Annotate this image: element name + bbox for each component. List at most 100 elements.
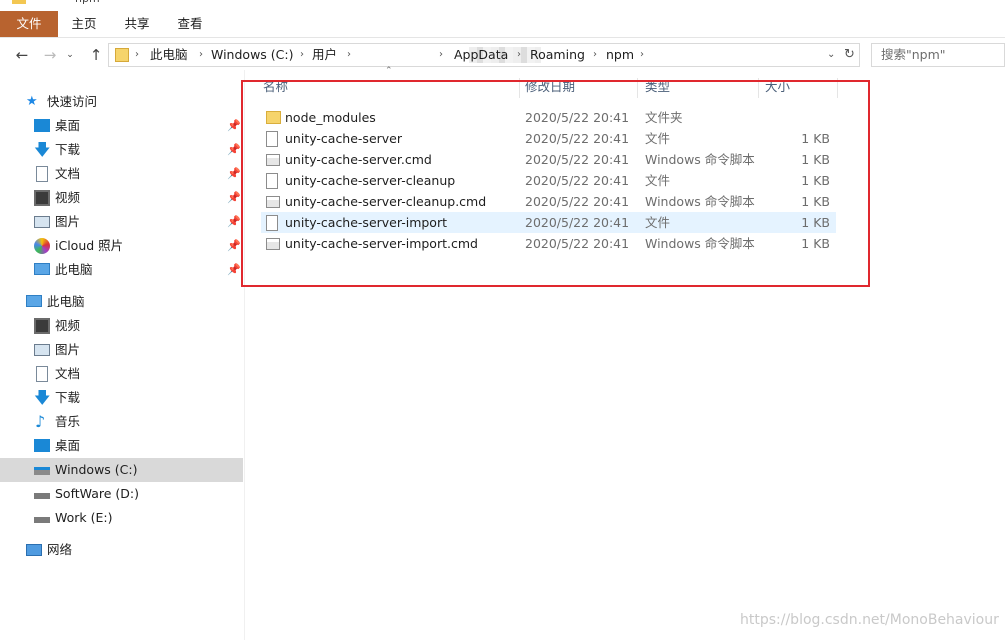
sidebar-item-this-pc[interactable]: 此电脑 <box>0 290 243 314</box>
sidebar-item-pc-music[interactable]: ♪ 音乐 <box>0 410 243 434</box>
drive-icon <box>34 493 50 499</box>
tab-view[interactable]: 查看 <box>168 11 212 37</box>
search-input[interactable]: 搜索"npm" <box>871 43 1005 67</box>
recent-locations-chevron-icon[interactable]: ⌄ <box>60 45 80 65</box>
computer-icon <box>26 295 42 307</box>
breadcrumb-this-pc[interactable]: 此电脑 <box>150 44 188 66</box>
breadcrumb-windows-c[interactable]: Windows (C:) <box>211 44 293 66</box>
sidebar-item-label: Windows (C:) <box>55 462 138 477</box>
download-arrow-icon: 🡇 <box>34 140 51 159</box>
chevron-right-icon: › <box>517 49 521 60</box>
navigation-pane: ★ 快速访问 桌面 📌 🡇 下载 📌 文档 📌 视频 📌 图片 📌 iCloud… <box>0 70 244 640</box>
sidebar-item-label: 视频 <box>55 318 81 333</box>
folder-icon <box>12 0 26 4</box>
pin-icon[interactable]: 📌 <box>227 114 241 138</box>
document-icon <box>36 366 48 382</box>
sidebar-item-documents[interactable]: 文档 📌 <box>0 162 243 186</box>
sidebar-item-label: SoftWare (D:) <box>55 486 140 501</box>
sidebar-item-pictures[interactable]: 图片 📌 <box>0 210 243 234</box>
chevron-right-icon: › <box>347 49 351 60</box>
video-icon <box>34 190 50 206</box>
breadcrumb-appdata[interactable]: AppData <box>454 44 508 66</box>
sidebar-item-pc-pictures[interactable]: 图片 <box>0 338 243 362</box>
sort-ascending-icon: ⌃ <box>385 66 393 76</box>
drive-icon <box>34 517 50 523</box>
pin-icon[interactable]: 📌 <box>227 258 241 282</box>
sidebar-item-label: 下载 <box>55 142 81 157</box>
back-arrow-icon[interactable]: ← <box>12 45 32 65</box>
ribbon-tabs: 文件 主页 共享 查看 <box>0 11 1005 38</box>
pin-icon[interactable]: 📌 <box>227 186 241 210</box>
sidebar-item-label: 桌面 <box>55 118 81 133</box>
address-dropdown-icon[interactable]: ⌄ <box>827 44 835 66</box>
chevron-right-icon: › <box>640 49 644 60</box>
sidebar-item-label: 音乐 <box>55 414 81 429</box>
icloud-photos-icon <box>34 238 50 254</box>
breadcrumb-users[interactable]: 用户 <box>312 44 337 66</box>
tab-share[interactable]: 共享 <box>115 11 159 37</box>
tab-home[interactable]: 主页 <box>62 11 106 37</box>
tab-file[interactable]: 文件 <box>0 11 58 37</box>
chevron-right-icon: › <box>300 49 304 60</box>
pin-icon[interactable]: 📌 <box>227 210 241 234</box>
window-title: npm <box>75 0 100 5</box>
refresh-icon[interactable]: ↻ <box>844 44 855 66</box>
breadcrumb-npm[interactable]: npm <box>606 44 634 66</box>
desktop-icon <box>34 119 50 132</box>
sidebar-item-pc-documents[interactable]: 文档 <box>0 362 243 386</box>
breadcrumb-roaming[interactable]: Roaming <box>530 44 585 66</box>
window-title-bar: npm <box>0 0 1005 6</box>
sidebar-item-label: 下载 <box>55 390 81 405</box>
sidebar-item-label: 此电脑 <box>47 294 85 309</box>
chevron-right-icon: › <box>199 49 203 60</box>
picture-icon <box>34 344 50 356</box>
sidebar-item-label: 文档 <box>55 166 81 181</box>
sidebar-item-label: iCloud 照片 <box>55 238 124 253</box>
chevron-right-icon: › <box>135 49 139 60</box>
sidebar-item-label: Work (E:) <box>55 510 113 525</box>
music-note-icon: ♪ <box>35 412 46 431</box>
sidebar-item-pc-desktop[interactable]: 桌面 <box>0 434 243 458</box>
up-arrow-icon[interactable]: ↑ <box>86 45 106 65</box>
pin-icon[interactable]: 📌 <box>227 162 241 186</box>
sidebar-item-downloads[interactable]: 🡇 下载 📌 <box>0 138 243 162</box>
sidebar-item-drive-e[interactable]: Work (E:) <box>0 506 243 530</box>
sidebar-item-network[interactable]: 网络 <box>0 538 243 562</box>
pin-icon[interactable]: 📌 <box>227 138 241 162</box>
sidebar-item-label: 网络 <box>47 542 73 557</box>
sidebar-item-label: 文档 <box>55 366 81 381</box>
highlight-annotation-box <box>241 80 870 287</box>
video-icon <box>34 318 50 334</box>
pin-icon[interactable]: 📌 <box>227 234 241 258</box>
sidebar-item-drive-c[interactable]: Windows (C:) <box>0 458 243 482</box>
sidebar-item-desktop[interactable]: 桌面 📌 <box>0 114 243 138</box>
navigation-bar: ← → ⌄ ↑ › 此电脑 › Windows (C:) › 用户 › › Ap… <box>0 42 1005 68</box>
star-icon: ★ <box>26 94 38 109</box>
sidebar-item-label: 图片 <box>55 214 81 229</box>
desktop-icon <box>34 439 50 452</box>
sidebar-item-pc-downloads[interactable]: 🡇 下载 <box>0 386 243 410</box>
sidebar-item-icloud-photos[interactable]: iCloud 照片 📌 <box>0 234 243 258</box>
sidebar-item-label: 图片 <box>55 342 81 357</box>
sidebar-item-label: 此电脑 <box>55 262 93 277</box>
sidebar-item-quick-access[interactable]: ★ 快速访问 <box>0 90 243 114</box>
sidebar-item-label: 视频 <box>55 190 81 205</box>
sidebar-item-label: 桌面 <box>55 438 81 453</box>
sidebar-item-label: 快速访问 <box>47 94 98 109</box>
chevron-right-icon: › <box>439 49 443 60</box>
sidebar-item-pc-videos[interactable]: 视频 <box>0 314 243 338</box>
windows-drive-icon <box>34 467 50 475</box>
watermark-text: https://blog.csdn.net/MonoBehaviour <box>740 612 999 628</box>
document-icon <box>36 166 48 182</box>
address-bar[interactable]: › 此电脑 › Windows (C:) › 用户 › › AppData › … <box>108 43 860 67</box>
network-icon <box>26 544 42 556</box>
chevron-right-icon: › <box>593 49 597 60</box>
folder-icon <box>115 48 129 62</box>
sidebar-item-videos[interactable]: 视频 📌 <box>0 186 243 210</box>
forward-arrow-icon[interactable]: → <box>40 45 60 65</box>
computer-icon <box>34 263 50 275</box>
sidebar-item-this-pc-pinned[interactable]: 此电脑 📌 <box>0 258 243 282</box>
picture-icon <box>34 216 50 228</box>
sidebar-item-drive-d[interactable]: SoftWare (D:) <box>0 482 243 506</box>
download-arrow-icon: 🡇 <box>34 388 51 407</box>
